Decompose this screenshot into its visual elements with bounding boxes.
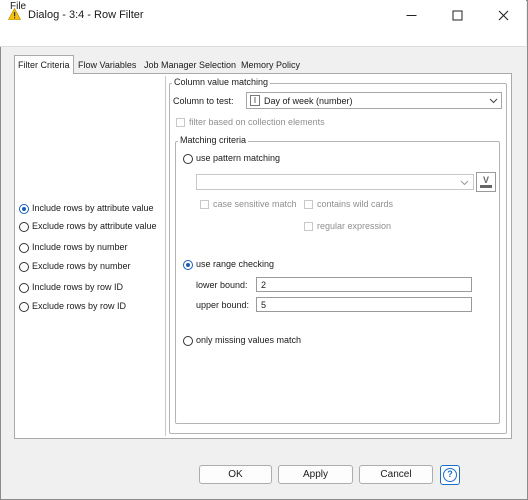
wild-cards-label[interactable]: contains wild cards: [317, 199, 393, 209]
pattern-matching-label[interactable]: use pattern matching: [196, 153, 280, 163]
minimize-icon: [406, 14, 416, 16]
include-rowid-label[interactable]: Include rows by row ID: [32, 282, 123, 292]
collection-elements-checkbox[interactable]: [176, 118, 185, 127]
column-select[interactable]: I Day of week (number): [246, 92, 502, 109]
include-rowid-radio[interactable]: [19, 283, 29, 293]
case-sensitive-checkbox[interactable]: [200, 200, 209, 209]
case-sensitive-label[interactable]: case sensitive match: [213, 199, 297, 209]
regex-label[interactable]: regular expression: [317, 221, 391, 231]
pattern-combo[interactable]: [196, 174, 474, 190]
window-title: Dialog - 3:4 - Row Filter: [28, 9, 144, 21]
tab-flow-variables[interactable]: Flow Variables: [75, 57, 139, 73]
exclude-rowid-radio[interactable]: [19, 302, 29, 312]
regex-checkbox[interactable]: [304, 222, 313, 231]
panel-divider: [165, 76, 167, 436]
tab-filter-criteria[interactable]: Filter Criteria: [14, 55, 74, 74]
include-number-label[interactable]: Include rows by number: [32, 242, 128, 252]
lower-bound-input[interactable]: 2: [256, 277, 472, 292]
column-value-matching-legend: Column value matching: [172, 77, 271, 87]
maximize-button[interactable]: [434, 0, 480, 30]
tab-job-manager-selection[interactable]: Job Manager Selection: [141, 57, 239, 73]
close-button[interactable]: [480, 0, 526, 30]
exclude-rowid-label[interactable]: Exclude rows by row ID: [32, 301, 126, 311]
cancel-button[interactable]: Cancel: [359, 465, 433, 484]
menu-separator: [0, 46, 526, 47]
integer-type-icon: I: [250, 95, 260, 106]
wild-cards-checkbox[interactable]: [304, 200, 313, 209]
include-number-radio[interactable]: [19, 243, 29, 253]
maximize-icon: [452, 10, 462, 20]
exclude-attribute-radio[interactable]: [19, 222, 29, 232]
chevron-down-icon: [460, 180, 469, 186]
exclude-number-radio[interactable]: [19, 262, 29, 272]
ok-button[interactable]: OK: [199, 465, 272, 484]
include-attribute-radio[interactable]: [19, 204, 29, 214]
upper-bound-input[interactable]: 5: [256, 297, 472, 312]
minimize-button[interactable]: [388, 0, 434, 30]
chevron-down-icon: [489, 98, 498, 104]
upper-bound-label: upper bound:: [196, 300, 250, 310]
lower-bound-label: lower bound:: [196, 280, 248, 290]
flow-variable-button[interactable]: V: [476, 172, 496, 192]
flow-variable-icon-bar: [480, 185, 492, 188]
menu-bar: [0, 30, 526, 46]
menu-file[interactable]: File: [10, 1, 26, 12]
matching-criteria-legend: Matching criteria: [178, 135, 249, 145]
missing-values-label[interactable]: only missing values match: [196, 335, 301, 345]
help-icon: ?: [443, 468, 457, 482]
range-checking-label[interactable]: use range checking: [196, 259, 274, 269]
column-select-value: Day of week (number): [264, 96, 353, 106]
apply-button[interactable]: Apply: [278, 465, 353, 484]
tab-memory-policy[interactable]: Memory Policy: [238, 57, 303, 73]
close-icon: [498, 10, 508, 20]
help-button[interactable]: ?: [440, 465, 460, 485]
column-to-test-label: Column to test:: [173, 96, 234, 106]
exclude-attribute-label[interactable]: Exclude rows by attribute value: [32, 221, 157, 231]
pattern-matching-radio[interactable]: [183, 154, 193, 164]
exclude-number-label[interactable]: Exclude rows by number: [32, 261, 131, 271]
collection-elements-label[interactable]: filter based on collection elements: [189, 117, 325, 127]
include-attribute-label[interactable]: Include rows by attribute value: [32, 203, 154, 213]
flow-variable-icon: V: [482, 175, 489, 185]
range-checking-radio[interactable]: [183, 260, 193, 270]
missing-values-radio[interactable]: [183, 336, 193, 346]
